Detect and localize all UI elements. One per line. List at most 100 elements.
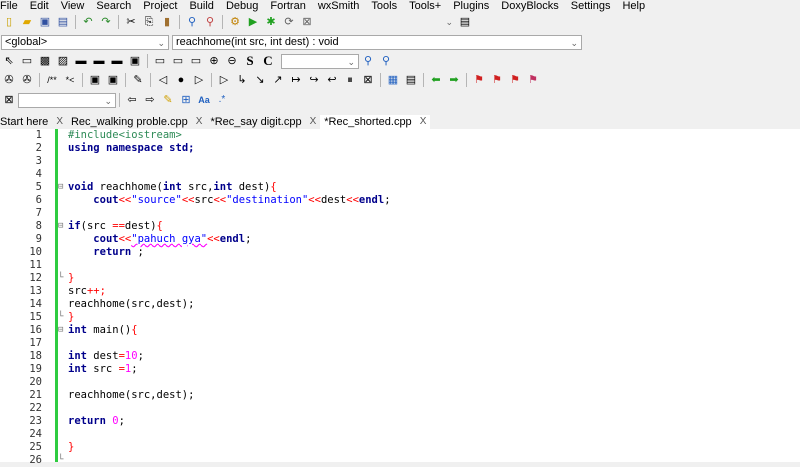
arrow-right-icon[interactable]: ➡ <box>446 72 462 88</box>
scope-combo[interactable]: <global> ⌄ <box>1 34 169 50</box>
pause-icon[interactable]: ⏸ <box>342 72 358 88</box>
menu-settings[interactable]: Settings <box>565 0 617 12</box>
function-combo[interactable]: reachhome(int src, int dest) : void ⌄ <box>172 34 582 50</box>
info-icon[interactable]: ▤ <box>403 72 419 88</box>
cut-icon[interactable]: ✂ <box>123 14 139 30</box>
menu-tools[interactable]: Tools <box>365 0 403 12</box>
step-instruction-icon[interactable]: ↪ <box>306 72 322 88</box>
close-icon[interactable]: X <box>420 115 427 129</box>
fold-marker-icon[interactable]: ⊟ <box>58 220 63 233</box>
menu-plugins[interactable]: Plugins <box>447 0 495 12</box>
arrow-left-icon[interactable]: ⬅ <box>428 72 444 88</box>
menu-file[interactable]: File <box>0 0 24 12</box>
wrench-icon[interactable]: ✎ <box>130 72 146 88</box>
fold-marker-icon[interactable]: ⊟ <box>58 181 63 194</box>
menu-view[interactable]: View <box>55 0 91 12</box>
save-all-icon[interactable]: ▤ <box>55 14 71 30</box>
target-combo[interactable]: ⌄ <box>436 15 456 30</box>
debug-icon[interactable]: ✇ <box>1 72 17 88</box>
symbol-s-button[interactable]: S <box>242 53 258 69</box>
symbol-c-button[interactable]: C <box>260 53 276 69</box>
new-file-icon[interactable]: ▯ <box>1 14 17 30</box>
incremental-search-input[interactable]: ⌄ <box>18 92 116 108</box>
search-combo[interactable]: ⌄ <box>281 53 359 69</box>
close-icon[interactable]: X <box>310 115 317 129</box>
replace-icon[interactable]: ⚲ <box>202 14 218 30</box>
next-icon[interactable]: ▷ <box>191 72 207 88</box>
line-icon[interactable]: ▬ <box>73 53 89 69</box>
window-icon[interactable]: ▣ <box>87 72 103 88</box>
find-next-icon[interactable]: ⇨ <box>142 92 158 108</box>
shape-icon[interactable]: ▭ <box>188 53 204 69</box>
run-icon[interactable]: ▶ <box>245 14 261 30</box>
stop-icon[interactable]: ⊠ <box>360 72 376 88</box>
comment-block-icon[interactable]: ▩ <box>37 53 53 69</box>
shape-icon[interactable]: ▭ <box>152 53 168 69</box>
abort-icon[interactable]: ⊠ <box>299 14 315 30</box>
cursor-icon[interactable]: ⇖ <box>1 53 17 69</box>
help-icon[interactable]: ▣ <box>105 72 121 88</box>
redo-icon[interactable]: ↷ <box>98 14 114 30</box>
tab-rec-walking[interactable]: Rec_walking proble.cpp X <box>67 115 206 129</box>
menu-search[interactable]: Search <box>90 0 137 12</box>
paste-icon[interactable]: ▮ <box>159 14 175 30</box>
line-icon[interactable]: ▬ <box>91 53 107 69</box>
menu-wxsmith[interactable]: wxSmith <box>312 0 366 12</box>
regex-button[interactable]: .* <box>214 92 230 108</box>
find-previous-icon[interactable]: ⇦ <box>124 92 140 108</box>
debug-run-icon[interactable]: ▷ <box>216 72 232 88</box>
bookmark-clear-icon[interactable]: ⚑ <box>525 72 541 88</box>
comment-line-icon[interactable]: *< <box>62 72 78 88</box>
next-instruction-icon[interactable]: ↦ <box>288 72 304 88</box>
close-icon[interactable]: X <box>196 115 203 129</box>
highlight-icon[interactable]: ✎ <box>160 92 176 108</box>
step-icon[interactable]: ↳ <box>234 72 250 88</box>
copy-icon[interactable]: ⎘ <box>141 14 157 30</box>
menu-project[interactable]: Project <box>137 0 183 12</box>
search-go-icon[interactable]: ⚲ <box>360 53 376 69</box>
fold-marker-icon[interactable]: ⊟ <box>58 324 63 337</box>
frame-icon[interactable]: ▣ <box>127 53 143 69</box>
step-out-icon[interactable]: ↗ <box>270 72 286 88</box>
search-icon[interactable]: ⚲ <box>378 53 394 69</box>
menu-edit[interactable]: Edit <box>24 0 55 12</box>
code-editor[interactable]: 1 #include<iostream> 2 using namespace s… <box>0 129 800 466</box>
comment-icon[interactable]: /** <box>44 72 60 88</box>
tab-start-here[interactable]: Start here X <box>0 115 67 129</box>
zoom-out-icon[interactable]: ⊖ <box>224 53 240 69</box>
bookmark-flag-icon[interactable]: ⚑ <box>471 72 487 88</box>
open-folder-icon[interactable]: ▰ <box>19 14 35 30</box>
zoom-in-icon[interactable]: ⊕ <box>206 53 222 69</box>
bookmark-prev-icon[interactable]: ⚑ <box>489 72 505 88</box>
menu-fortran[interactable]: Fortran <box>264 0 311 12</box>
tab-rec-shorted[interactable]: *Rec_shorted.cpp X <box>320 115 431 129</box>
rebuild-icon[interactable]: ⟳ <box>281 14 297 30</box>
target-options-icon[interactable]: ▤ <box>457 14 473 30</box>
menu-doxyblocks[interactable]: DoxyBlocks <box>495 0 564 12</box>
line-icon[interactable]: ▬ <box>109 53 125 69</box>
find-icon[interactable]: ⚲ <box>184 14 200 30</box>
rectangle-icon[interactable]: ▭ <box>19 53 35 69</box>
save-icon[interactable]: ▣ <box>37 14 53 30</box>
debug-icon[interactable]: ✇ <box>19 72 35 88</box>
clear-search-icon[interactable]: ⊠ <box>1 92 17 108</box>
bookmark-next-icon[interactable]: ⚑ <box>507 72 523 88</box>
debug-windows-icon[interactable]: ▦ <box>385 72 401 88</box>
undo-icon[interactable]: ↶ <box>80 14 96 30</box>
match-case-button[interactable]: Aa <box>196 92 212 108</box>
menu-help[interactable]: Help <box>616 0 651 12</box>
step-into-icon[interactable]: ↘ <box>252 72 268 88</box>
menu-tools-plus[interactable]: Tools+ <box>403 0 447 12</box>
shape-icon[interactable]: ▭ <box>170 53 186 69</box>
build-run-icon[interactable]: ✱ <box>263 14 279 30</box>
prev-icon[interactable]: ◁ <box>155 72 171 88</box>
step-instruction-icon[interactable]: ↩ <box>324 72 340 88</box>
menu-build[interactable]: Build <box>183 0 219 12</box>
selection-icon[interactable]: ⊞ <box>178 92 194 108</box>
tab-rec-say-digit[interactable]: *Rec_say digit.cpp X <box>206 115 320 129</box>
close-icon[interactable]: X <box>56 115 63 129</box>
build-gear-icon[interactable]: ⚙ <box>227 14 243 30</box>
uncomment-block-icon[interactable]: ▨ <box>55 53 71 69</box>
breakpoint-icon[interactable]: ● <box>173 72 189 88</box>
menu-debug[interactable]: Debug <box>220 0 264 12</box>
